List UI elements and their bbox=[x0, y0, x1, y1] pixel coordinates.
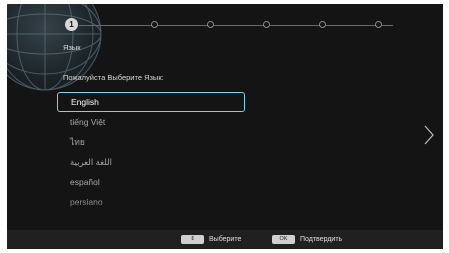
language-list: English tiếng Việt ไทย اللغة العربية esp… bbox=[57, 92, 245, 212]
step-indicator bbox=[207, 21, 214, 28]
footer-hint-bar: ⇕ Выберите OK Подтвердить bbox=[7, 230, 443, 249]
step-title: Язык bbox=[63, 43, 81, 52]
up-down-key-icon: ⇕ bbox=[181, 235, 204, 244]
step-indicator bbox=[263, 21, 270, 28]
language-prompt: Пожалуйста Выберите Язык: bbox=[63, 73, 164, 82]
setup-screen: 1 Язык Пожалуйста Выберите Язык: English… bbox=[7, 4, 443, 249]
confirm-hint-label: Подтвердить bbox=[300, 236, 343, 243]
stepper-track bbox=[79, 25, 393, 26]
ok-key-icon: OK bbox=[272, 235, 295, 244]
language-option-english[interactable]: English bbox=[57, 92, 245, 112]
language-option-thai[interactable]: ไทย bbox=[57, 132, 245, 152]
language-option-spanish[interactable]: español bbox=[57, 172, 245, 192]
step-indicator bbox=[375, 21, 382, 28]
language-option-vietnamese[interactable]: tiếng Việt bbox=[57, 112, 245, 132]
step-indicator-active: 1 bbox=[65, 18, 78, 31]
setup-progress-stepper: 1 bbox=[65, 18, 395, 34]
step-indicator bbox=[151, 21, 158, 28]
step-indicator bbox=[319, 21, 326, 28]
list-fade-overlay bbox=[47, 200, 267, 214]
chevron-right-icon[interactable] bbox=[423, 124, 435, 146]
select-hint-label: Выберите bbox=[209, 236, 242, 243]
language-option-arabic[interactable]: اللغة العربية bbox=[57, 152, 245, 172]
